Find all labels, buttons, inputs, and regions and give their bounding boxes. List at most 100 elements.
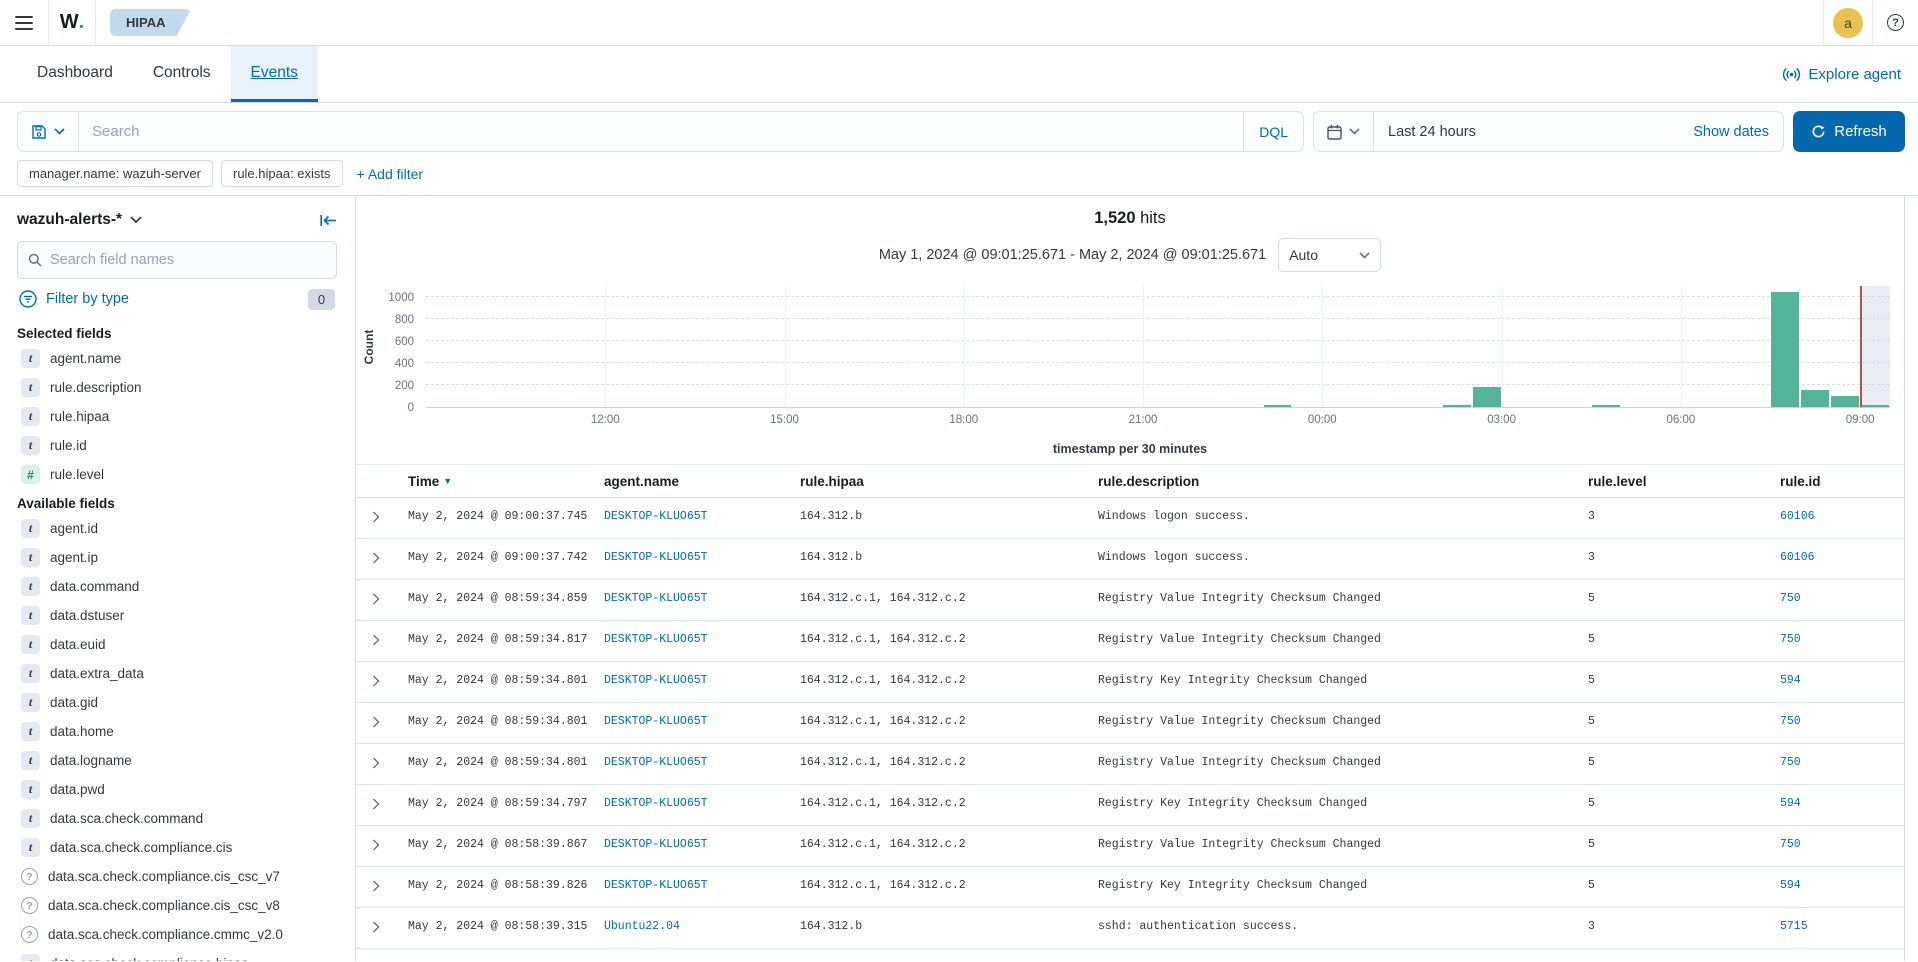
column-header[interactable]: rule.hipaa ▼	[792, 474, 1090, 489]
field-item[interactable]: ? data.sca.check.compliance.cis_csc_v8	[17, 891, 337, 920]
column-header[interactable]: agent.name ▼	[596, 474, 792, 489]
refresh-button[interactable]: Refresh	[1793, 111, 1905, 152]
chevron-down-icon[interactable]	[130, 216, 142, 224]
cell-agent-name[interactable]: Ubuntu22.04	[596, 908, 792, 933]
histogram-bar[interactable]	[1443, 405, 1471, 407]
column-header[interactable]: rule.level ▼	[1580, 474, 1772, 489]
cell-rule-id[interactable]: 5715	[1772, 908, 1904, 933]
histogram-bar[interactable]	[1592, 405, 1620, 407]
cell-agent-name[interactable]: DESKTOP-KLUO65T	[596, 826, 792, 851]
field-item[interactable]: t data.command	[17, 572, 337, 601]
expand-row-button[interactable]	[356, 867, 400, 892]
cell-rule-id[interactable]: 750	[1772, 621, 1904, 646]
field-item[interactable]: ? data.sca.check.compliance.cmmc_v2.0	[17, 920, 337, 949]
column-header[interactable]: rule.description ▼	[1090, 474, 1580, 489]
expand-row-button[interactable]	[356, 662, 400, 687]
avatar[interactable]: a	[1833, 8, 1863, 38]
field-item[interactable]: t agent.id	[17, 514, 337, 543]
column-header[interactable]: Time ▼	[400, 474, 596, 489]
cell-agent-name[interactable]: DESKTOP-KLUO65T	[596, 785, 792, 810]
field-item[interactable]: t agent.ip	[17, 543, 337, 572]
histogram-bar[interactable]	[1831, 396, 1859, 407]
filter-pill[interactable]: manager.name: wazuh-server	[17, 160, 213, 187]
cell-rule-id[interactable]: 750	[1772, 826, 1904, 851]
menu-button[interactable]	[0, 0, 49, 45]
cell-agent-name[interactable]: Ubuntu22.04	[596, 949, 792, 961]
expand-row-button[interactable]	[356, 785, 400, 810]
cell-agent-name[interactable]: DESKTOP-KLUO65T	[596, 703, 792, 728]
field-item[interactable]: t data.extra_data	[17, 659, 337, 688]
cell-rule-id[interactable]: 594	[1772, 662, 1904, 687]
cell-rule-id[interactable]: 750	[1772, 580, 1904, 605]
field-item[interactable]: # rule.level	[17, 460, 337, 489]
cell-agent-name[interactable]: DESKTOP-KLUO65T	[596, 621, 792, 646]
field-item[interactable]: t data.logname	[17, 746, 337, 775]
saved-query-menu-button[interactable]	[18, 112, 79, 151]
cell-agent-name[interactable]: DESKTOP-KLUO65T	[596, 580, 792, 605]
explore-agent-link[interactable]: Explore agent	[1782, 46, 1901, 102]
cell-rule-id[interactable]: 60106	[1772, 539, 1904, 564]
field-item[interactable]: t data.dstuser	[17, 601, 337, 630]
date-quick-menu-button[interactable]	[1314, 112, 1374, 151]
cell-agent-name[interactable]: DESKTOP-KLUO65T	[596, 539, 792, 564]
breadcrumb[interactable]: HIPAA	[110, 9, 191, 36]
expand-row-button[interactable]	[356, 539, 400, 564]
field-item[interactable]: t rule.hipaa	[17, 402, 337, 431]
field-item[interactable]: t data.pwd	[17, 775, 337, 804]
field-search-input[interactable]	[50, 252, 326, 268]
time-range-value[interactable]: Last 24 hours	[1374, 124, 1679, 140]
cell-agent-name[interactable]: DESKTOP-KLUO65T	[596, 867, 792, 892]
expand-row-button[interactable]	[356, 703, 400, 728]
cell-rule-id[interactable]: 594	[1772, 867, 1904, 892]
cell-agent-name[interactable]: DESKTOP-KLUO65T	[596, 744, 792, 769]
filter-pill[interactable]: rule.hipaa: exists	[221, 160, 343, 187]
field-item[interactable]: t rule.id	[17, 431, 337, 460]
query-language-button[interactable]: DQL	[1243, 112, 1303, 151]
cell-agent-name[interactable]: DESKTOP-KLUO65T	[596, 662, 792, 687]
expand-row-button[interactable]	[356, 621, 400, 646]
expand-row-button[interactable]	[356, 949, 400, 961]
field-item[interactable]: t data.gid	[17, 688, 337, 717]
help-button[interactable]: ?	[1873, 0, 1918, 45]
expand-row-button[interactable]	[356, 744, 400, 769]
field-item[interactable]: t data.euid	[17, 630, 337, 659]
wazuh-logo[interactable]: W.	[49, 0, 96, 45]
histogram-bar[interactable]	[1801, 390, 1829, 407]
cell-agent-name[interactable]: DESKTOP-KLUO65T	[596, 498, 792, 523]
collapse-sidebar-button[interactable]	[320, 214, 337, 227]
field-item[interactable]: ? data.sca.check.compliance.cis_csc_v7	[17, 862, 337, 891]
field-item[interactable]: t data.sca.check.command	[17, 804, 337, 833]
cell-rule-id[interactable]: 750	[1772, 703, 1904, 728]
filter-by-type-button[interactable]: Filter by type	[46, 291, 129, 307]
expand-row-button[interactable]	[356, 908, 400, 933]
expand-row-button[interactable]	[356, 826, 400, 851]
cell-rule-id[interactable]: 594	[1772, 785, 1904, 810]
cell-rule-hipaa: 164.312.c.1, 164.312.c.2	[792, 867, 1090, 892]
module-tab[interactable]: Dashboard	[17, 46, 133, 102]
field-item[interactable]: t data.home	[17, 717, 337, 746]
histogram-bar[interactable]	[1473, 387, 1501, 407]
field-item[interactable]: t data.sca.check.compliance.hipaa	[17, 949, 337, 961]
add-filter-button[interactable]: + Add filter	[357, 160, 424, 187]
field-item[interactable]: t data.sca.check.compliance.cis	[17, 833, 337, 862]
histogram-bar[interactable]	[1264, 405, 1292, 407]
expand-row-button[interactable]	[356, 580, 400, 605]
explore-agent-label: Explore agent	[1808, 66, 1901, 83]
histogram-bar[interactable]	[1861, 405, 1889, 407]
interval-select[interactable]: Auto	[1278, 238, 1381, 272]
cell-rule-id[interactable]: 750	[1772, 744, 1904, 769]
field-item[interactable]: t agent.name	[17, 344, 337, 373]
field-item[interactable]: t rule.description	[17, 373, 337, 402]
time-range-line: May 1, 2024 @ 09:01:25.671 - May 2, 2024…	[356, 238, 1904, 272]
index-pattern-title[interactable]: wazuh-alerts-*	[17, 211, 122, 229]
show-dates-button[interactable]: Show dates	[1679, 124, 1783, 140]
search-input[interactable]	[79, 123, 1243, 140]
histogram-bar[interactable]	[1771, 292, 1799, 408]
cell-rule-description: PAM: Login session opened.	[1090, 949, 1580, 961]
cell-rule-id[interactable]: 60106	[1772, 498, 1904, 523]
cell-rule-id[interactable]: 5501	[1772, 949, 1904, 961]
column-header[interactable]: rule.id ▼	[1772, 474, 1904, 489]
module-tab[interactable]: Events	[231, 46, 318, 102]
expand-row-button[interactable]	[356, 498, 400, 523]
module-tab[interactable]: Controls	[133, 46, 231, 102]
